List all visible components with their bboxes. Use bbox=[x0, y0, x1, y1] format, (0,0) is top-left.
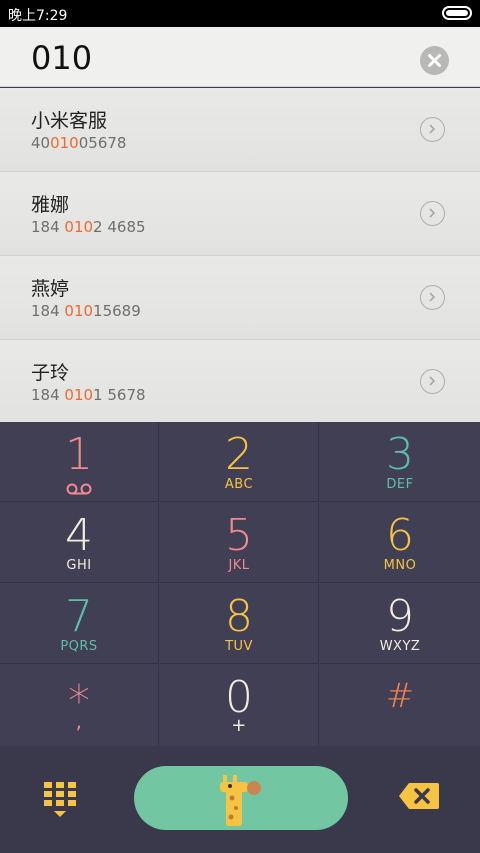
key-digit: 3 bbox=[386, 429, 414, 480]
key-letters: MNO bbox=[383, 558, 417, 573]
key-letters: JKL bbox=[228, 558, 250, 573]
key-hash[interactable]: # bbox=[320, 665, 480, 746]
key-digit: 1 bbox=[65, 429, 93, 480]
status-bar: 晚上7:29 bbox=[0, 0, 480, 27]
number-match: 010 bbox=[64, 302, 94, 320]
key-digit: # bbox=[385, 676, 415, 716]
contact-detail-button[interactable] bbox=[420, 117, 445, 142]
chevron-right-icon bbox=[429, 376, 436, 386]
contact-number: 4001005678 bbox=[31, 134, 127, 152]
contact-row[interactable]: 雅娜 184 0102 4685 bbox=[0, 172, 480, 256]
contact-results: 小米客服 4001005678 雅娜 184 0102 4685 燕婷 184 … bbox=[0, 88, 480, 422]
key-digit: 9 bbox=[386, 591, 414, 642]
key-letters: TUV bbox=[225, 639, 253, 654]
key-digit: 6 bbox=[386, 510, 414, 561]
key-star[interactable]: * , bbox=[0, 665, 159, 746]
contact-row[interactable]: 燕婷 184 01015689 bbox=[0, 256, 480, 340]
key-5[interactable]: 5 JKL bbox=[160, 503, 319, 583]
key-6[interactable]: 6 MNO bbox=[320, 503, 480, 583]
backspace-button[interactable] bbox=[398, 782, 440, 810]
number-match: 010 bbox=[64, 218, 94, 236]
battery-icon bbox=[442, 6, 472, 20]
dialpad-grid-icon bbox=[44, 782, 76, 817]
key-1[interactable]: 1 bbox=[0, 422, 159, 502]
call-button[interactable] bbox=[134, 766, 348, 830]
contact-name: 小米客服 bbox=[31, 110, 108, 132]
contact-name: 燕婷 bbox=[31, 278, 70, 300]
key-digit: 2 bbox=[225, 429, 253, 480]
contact-detail-button[interactable] bbox=[420, 201, 445, 226]
giraffe-call-icon bbox=[220, 775, 261, 826]
clear-button[interactable] bbox=[420, 46, 449, 75]
dialpad-toggle-button[interactable] bbox=[42, 780, 78, 820]
contact-name: 子玲 bbox=[31, 362, 70, 384]
key-digit: 7 bbox=[65, 591, 93, 642]
key-letters: , bbox=[75, 709, 83, 733]
voicemail-icon bbox=[66, 483, 92, 495]
contact-name: 雅娜 bbox=[31, 194, 70, 216]
chevron-right-icon bbox=[429, 208, 436, 218]
key-letters: + bbox=[231, 715, 247, 736]
key-letters: WXYZ bbox=[379, 639, 421, 654]
contact-row[interactable]: 子玲 184 0101 5678 bbox=[0, 340, 480, 422]
key-2[interactable]: 2 ABC bbox=[160, 422, 319, 502]
key-digit: 5 bbox=[225, 510, 253, 561]
contact-detail-button[interactable] bbox=[420, 369, 445, 394]
chevron-right-icon bbox=[429, 292, 436, 302]
contact-detail-button[interactable] bbox=[420, 285, 445, 310]
key-digit: 4 bbox=[65, 510, 93, 561]
key-9[interactable]: 9 WXYZ bbox=[320, 584, 480, 664]
search-bar[interactable]: 010 bbox=[0, 27, 480, 87]
backspace-icon bbox=[399, 783, 439, 809]
number-match: 010 bbox=[64, 386, 94, 404]
key-digit: 8 bbox=[225, 591, 253, 642]
bottom-bar bbox=[0, 746, 480, 853]
key-letters: PQRS bbox=[60, 639, 98, 654]
contact-number: 184 01015689 bbox=[31, 302, 141, 320]
clear-icon bbox=[428, 54, 441, 67]
status-time: 晚上7:29 bbox=[8, 8, 68, 24]
key-8[interactable]: 8 TUV bbox=[160, 584, 319, 664]
key-0[interactable]: 0 + bbox=[160, 665, 319, 746]
dial-input[interactable]: 010 bbox=[31, 39, 92, 77]
key-letters: DEF bbox=[386, 477, 414, 492]
contact-number: 184 0101 5678 bbox=[31, 386, 146, 404]
chevron-right-icon bbox=[429, 124, 436, 134]
key-7[interactable]: 7 PQRS bbox=[0, 584, 159, 664]
key-3[interactable]: 3 DEF bbox=[320, 422, 480, 502]
key-4[interactable]: 4 GHI bbox=[0, 503, 159, 583]
contact-row[interactable]: 小米客服 4001005678 bbox=[0, 88, 480, 172]
number-match: 010 bbox=[50, 134, 79, 152]
key-letters: GHI bbox=[66, 558, 92, 573]
key-letters: ABC bbox=[224, 477, 254, 492]
dial-keypad: 1 2 ABC 3 DEF 4 GHI 5 JKL 6 MNO 7 PQRS 8… bbox=[0, 422, 480, 746]
contact-number: 184 0102 4685 bbox=[31, 218, 146, 236]
